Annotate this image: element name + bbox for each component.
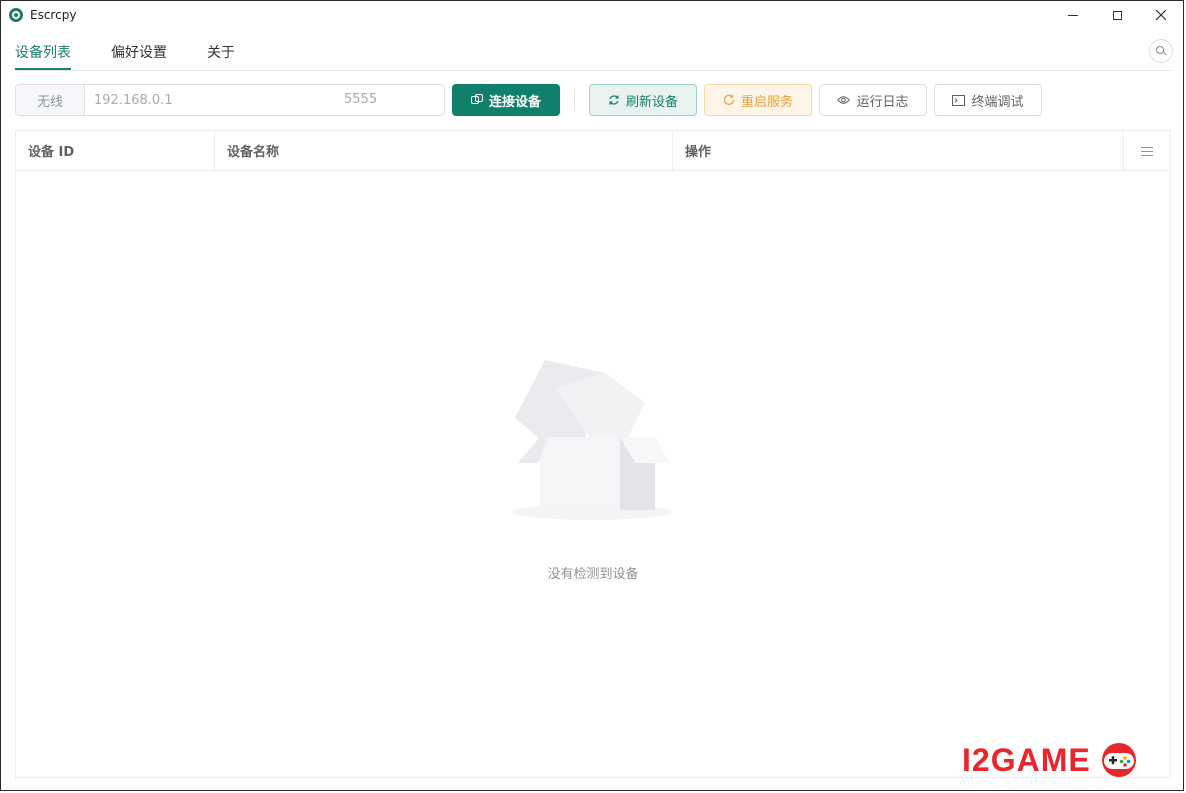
- restart-icon: [723, 94, 735, 105]
- watermark: I2GAME: [962, 740, 1141, 780]
- refresh-icon: [609, 95, 619, 105]
- tab-preferences[interactable]: 偏好设置: [111, 42, 167, 62]
- column-header-actions: 操作: [673, 131, 1124, 170]
- window-title: Escrcpy: [30, 8, 77, 22]
- tabs-divider: [15, 70, 1172, 71]
- gamepad-logo-icon: [1101, 743, 1136, 777]
- empty-box-illustration: [512, 360, 672, 520]
- run-logs-button[interactable]: 运行日志: [819, 84, 927, 116]
- refresh-devices-button[interactable]: 刷新设备: [589, 84, 697, 116]
- connect-device-label: 连接设备: [488, 94, 541, 110]
- run-logs-label: 运行日志: [856, 94, 909, 110]
- terminal-debug-label: 终端调试: [971, 94, 1024, 110]
- title-bar: Escrcpy: [0, 0, 1186, 32]
- minimize-button[interactable]: [1050, 0, 1096, 30]
- restart-service-label: 重启服务: [740, 94, 793, 110]
- eye-icon: [837, 96, 851, 104]
- table-header: 设备 ID 设备名称 操作: [16, 131, 1170, 171]
- port-placeholder: 5555: [344, 92, 378, 107]
- column-header-device-id[interactable]: 设备 ID: [16, 131, 215, 170]
- terminal-icon: [952, 94, 966, 106]
- maximize-button[interactable]: [1094, 0, 1140, 30]
- close-button[interactable]: [1138, 0, 1184, 30]
- column-settings-button[interactable]: [1124, 131, 1170, 170]
- sliders-icon: [1141, 146, 1153, 156]
- search-button[interactable]: [1149, 39, 1173, 63]
- tab-about[interactable]: 关于: [207, 42, 235, 62]
- connection-mode-label: 无线: [16, 85, 85, 115]
- terminal-debug-button[interactable]: 终端调试: [934, 84, 1042, 116]
- minimize-icon: [1068, 14, 1078, 16]
- watermark-text: I2GAME: [962, 741, 1091, 778]
- address-input-group: 无线 5555: [15, 84, 445, 116]
- column-header-device-name[interactable]: 设备名称: [215, 131, 673, 170]
- app-logo-icon: [9, 8, 23, 22]
- connect-device-button[interactable]: 连接设备: [452, 84, 560, 116]
- close-icon: [1155, 9, 1167, 21]
- maximize-icon: [1112, 10, 1122, 20]
- ip-address-input[interactable]: [84, 85, 444, 115]
- toolbar-divider: [574, 90, 575, 110]
- refresh-devices-label: 刷新设备: [625, 94, 678, 110]
- link-icon: [470, 94, 483, 104]
- restart-service-button[interactable]: 重启服务: [704, 84, 812, 116]
- tab-device-list[interactable]: 设备列表: [15, 42, 71, 62]
- empty-state-message: 没有检测到设备: [547, 567, 639, 582]
